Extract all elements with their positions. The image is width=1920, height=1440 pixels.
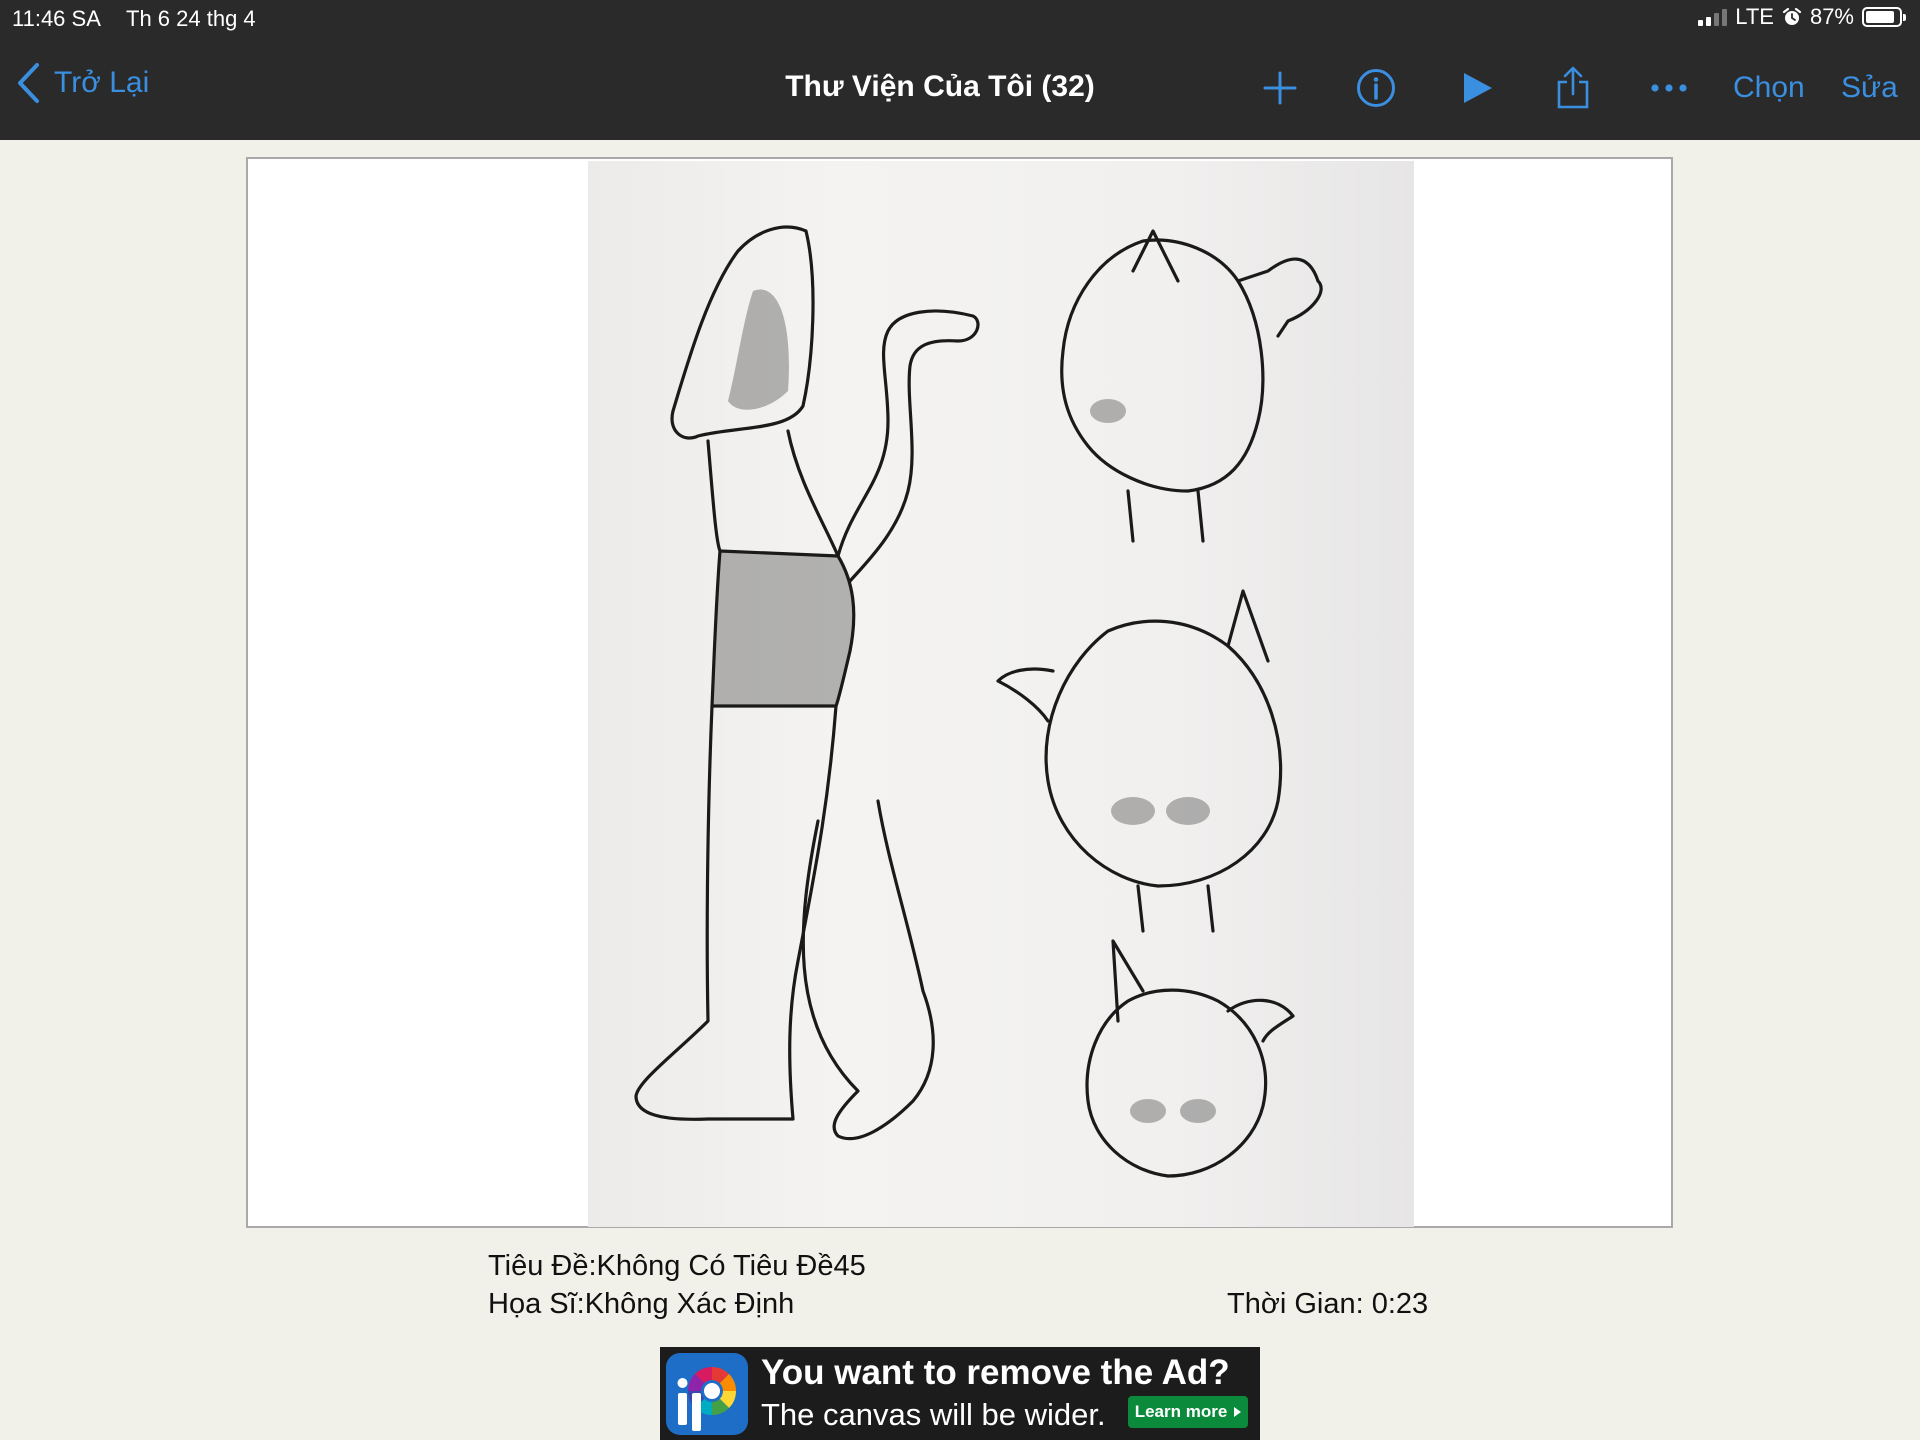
sketch-leg-back — [801, 799, 935, 1141]
artwork-time: Thời Gian: 0:23 — [1227, 1288, 1429, 1320]
back-button[interactable]: Trở Lại — [16, 62, 149, 104]
status-time: 11:46 SA — [12, 6, 101, 31]
share-button[interactable] — [1556, 64, 1590, 112]
page-title-text: Thư Viện Của Tôi (32) — [785, 70, 1095, 103]
top-bar: 11:46 SA Th 6 24 thg 4 LTE 87% Trở Lại T… — [0, 0, 1920, 140]
play-icon — [1464, 73, 1492, 103]
network-label: LTE — [1735, 4, 1774, 29]
sketch-torso — [706, 429, 840, 558]
edit-button[interactable]: Sửa — [1841, 64, 1898, 112]
play-button[interactable] — [1462, 64, 1494, 112]
add-button[interactable] — [1262, 64, 1298, 112]
page-title: Thư Viện Của Tôi (32) — [0, 70, 1920, 104]
battery-icon — [1862, 7, 1906, 27]
back-label: Trở Lại — [54, 66, 150, 99]
status-bar: 11:46 SA Th 6 24 thg 4 LTE 87% — [0, 0, 1920, 36]
alarm-clock-icon — [1782, 7, 1802, 25]
triangle-right-icon — [1234, 1407, 1242, 1417]
ibispaint-logo-icon — [666, 1353, 748, 1435]
sketch-head-2 — [1044, 619, 1283, 888]
more-dots-icon — [1651, 84, 1687, 92]
more-button[interactable] — [1650, 64, 1688, 112]
learn-more-button[interactable]: Learn more — [1128, 1396, 1248, 1428]
cellular-signal-icon — [1698, 8, 1728, 26]
sketch-head-2-neck — [1136, 884, 1215, 933]
navigation-bar: Trở Lại Thư Viện Của Tôi (32) Chọn Sửa — [0, 36, 1920, 140]
artwork-image[interactable] — [588, 161, 1414, 1227]
info-button[interactable] — [1356, 64, 1396, 112]
info-icon — [1357, 69, 1395, 107]
sketch-drawing — [634, 225, 1323, 1178]
artwork-artist: Họa Sĩ:Không Xác Định — [488, 1288, 795, 1320]
sketch-tail — [836, 309, 980, 583]
ad-banner[interactable]: You want to remove the Ad? The canvas wi… — [660, 1347, 1260, 1440]
status-date: Th 6 24 thg 4 — [126, 6, 256, 31]
ad-headline: You want to remove the Ad? — [761, 1353, 1230, 1392]
plus-icon — [1263, 71, 1297, 105]
artwork-frame[interactable] — [246, 157, 1673, 1228]
sketch-head-3 — [1085, 988, 1268, 1178]
sketch-shorts — [710, 549, 856, 708]
status-right: LTE 87% — [1698, 4, 1906, 30]
learn-more-label: Learn more — [1134, 1402, 1228, 1421]
battery-fill — [1866, 11, 1894, 23]
sketch-head-3-ears — [1111, 939, 1295, 1043]
battery-percent: 87% — [1809, 4, 1854, 29]
sketch-head-1-neck — [1126, 489, 1205, 543]
sketch-head-2-ears — [996, 589, 1270, 723]
sketch-head-1-ear — [1131, 229, 1323, 338]
sketch-head-1 — [1060, 238, 1265, 493]
ad-subline: The canvas will be wider. — [761, 1397, 1106, 1432]
select-button[interactable]: Chọn — [1733, 64, 1805, 112]
artwork-title: Tiêu Đề:Không Có Tiêu Đề45 — [488, 1250, 866, 1282]
chevron-left-icon — [18, 63, 39, 103]
share-icon — [1557, 66, 1589, 109]
